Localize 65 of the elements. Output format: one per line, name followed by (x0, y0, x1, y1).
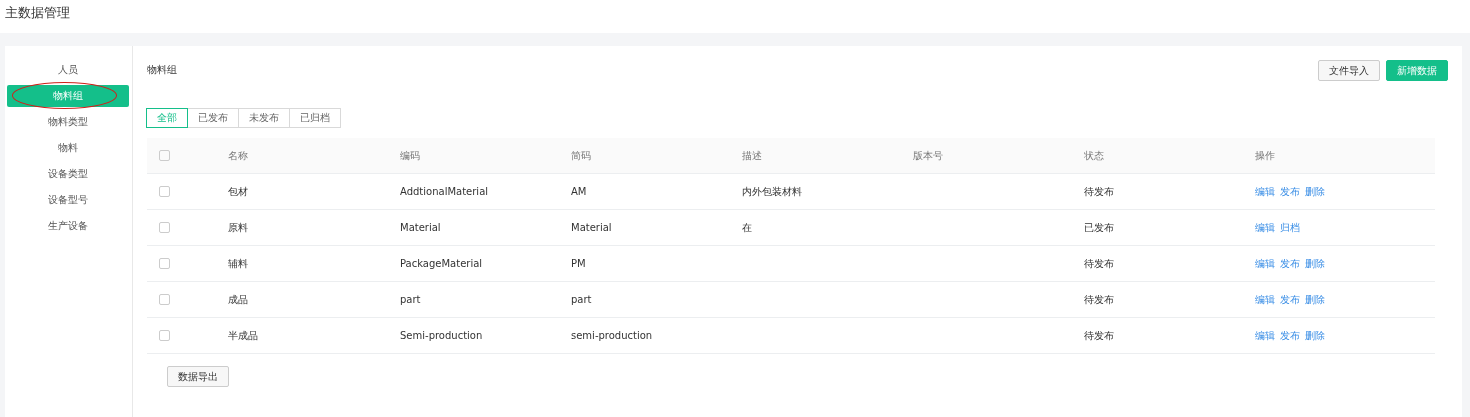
action-link[interactable]: 删除 (1305, 184, 1325, 199)
checkbox[interactable] (159, 222, 170, 234)
table-cell: 原料 (228, 221, 248, 233)
checkbox[interactable] (159, 258, 170, 270)
import-button[interactable]: 文件导入 (1318, 60, 1380, 81)
filter-tab[interactable]: 已归档 (289, 108, 341, 128)
action-link[interactable]: 删除 (1305, 256, 1325, 271)
checkbox[interactable] (159, 186, 170, 198)
action-link[interactable]: 删除 (1305, 328, 1325, 343)
table-cell: Material (571, 222, 612, 233)
checkbox[interactable] (159, 150, 170, 162)
action-link[interactable]: 删除 (1305, 292, 1325, 307)
table-cell: 包材 (228, 185, 248, 197)
table-cell: 已发布 (1084, 221, 1114, 233)
table-cell: 待发布 (1084, 185, 1114, 197)
table-cell: 半成品 (228, 329, 258, 341)
sidebar-item[interactable]: 物料组 (7, 85, 129, 107)
column-header: 编码 (400, 149, 420, 161)
sidebar-item[interactable]: 生产设备 (7, 215, 129, 237)
action-link[interactable]: 编辑 (1255, 220, 1275, 235)
table-cell: Material (400, 222, 441, 233)
add-button[interactable]: 新增数据 (1386, 60, 1448, 81)
action-link[interactable]: 发布 (1280, 256, 1300, 271)
filter-tab[interactable]: 已发布 (187, 108, 239, 128)
table-cell: 成品 (228, 293, 248, 305)
table-cell: part (400, 294, 421, 305)
action-link[interactable]: 发布 (1280, 292, 1300, 307)
table-cell: Semi-production (400, 330, 483, 341)
column-header: 描述 (742, 149, 762, 161)
action-link[interactable]: 发布 (1280, 328, 1300, 343)
sidebar-item[interactable]: 设备类型 (7, 163, 129, 185)
section-title: 物料组 (147, 63, 177, 77)
table-cell: part (571, 294, 592, 305)
table-cell: AM (571, 186, 587, 197)
table-cell: AddtionalMaterial (400, 186, 489, 197)
checkbox[interactable] (159, 294, 170, 306)
filter-tab[interactable]: 全部 (146, 108, 188, 128)
action-link[interactable]: 归档 (1280, 220, 1300, 235)
table-cell: 辅料 (228, 257, 248, 269)
column-header: 操作 (1255, 149, 1275, 161)
sidebar-item[interactable]: 物料 (7, 137, 129, 159)
table-cell: 待发布 (1084, 257, 1114, 269)
action-link[interactable]: 编辑 (1255, 292, 1275, 307)
sidebar-item[interactable]: 设备型号 (7, 189, 129, 211)
table-cell: PM (571, 258, 586, 269)
action-link[interactable]: 发布 (1280, 184, 1300, 199)
sidebar-item[interactable]: 物料类型 (7, 111, 129, 133)
action-link[interactable]: 编辑 (1255, 328, 1275, 343)
table-cell: 待发布 (1084, 293, 1114, 305)
action-link[interactable]: 编辑 (1255, 256, 1275, 271)
table-cell: PackageMaterial (400, 258, 483, 269)
sidebar-item[interactable]: 人员 (7, 59, 129, 81)
action-link[interactable]: 编辑 (1255, 184, 1275, 199)
table-cell: 待发布 (1084, 329, 1114, 341)
export-button[interactable]: 数据导出 (167, 366, 229, 387)
column-header: 名称 (228, 149, 248, 161)
column-header: 版本号 (913, 149, 943, 161)
column-header: 状态 (1084, 149, 1104, 161)
table-cell: 内外包装材料 (742, 185, 802, 197)
table-cell: 在 (742, 221, 752, 233)
column-header: 简码 (571, 149, 591, 161)
checkbox[interactable] (159, 330, 170, 342)
filter-tab[interactable]: 未发布 (238, 108, 290, 128)
table-cell: semi-production (571, 330, 653, 341)
page-title: 主数据管理 (5, 5, 70, 20)
